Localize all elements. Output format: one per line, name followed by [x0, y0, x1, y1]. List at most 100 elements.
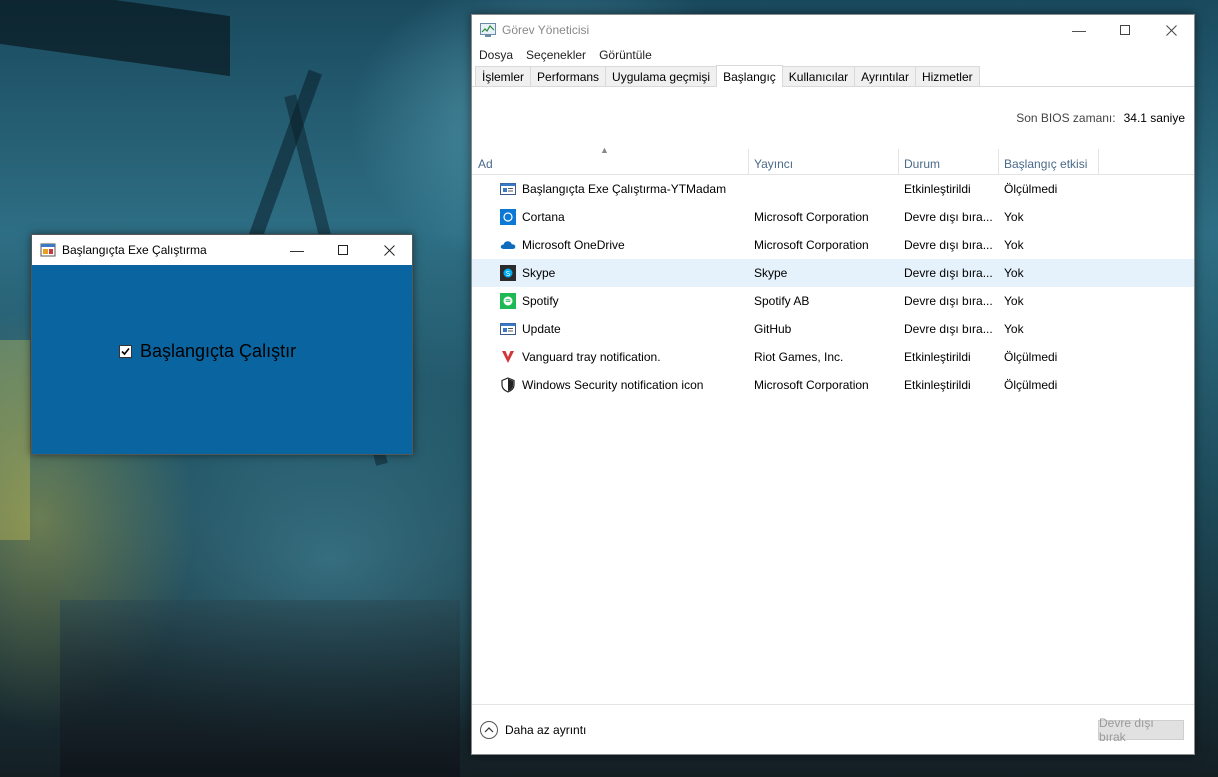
skype-icon: S: [500, 265, 516, 281]
task-manager-title: Görev Yöneticisi: [502, 23, 590, 37]
bios-time: Son BIOS zamanı: 34.1 saniye: [1016, 111, 1185, 125]
task-manager-controls: —: [1056, 15, 1194, 45]
spotify-icon: [500, 293, 516, 309]
tab-services[interactable]: Hizmetler: [914, 66, 980, 86]
startup-checkbox-row[interactable]: Başlangıçta Çalıştır: [119, 341, 296, 362]
close-button[interactable]: [366, 235, 412, 265]
table-row[interactable]: Vanguard tray notification. Riot Games, …: [472, 343, 1194, 371]
column-header-row: ▲ Ad Yayıncı Durum Başlangıç etkisi: [472, 145, 1194, 175]
menu-file[interactable]: Dosya: [479, 48, 513, 62]
wallpaper-lantern-glow: [0, 340, 30, 540]
minimize-icon: —: [1072, 22, 1086, 38]
close-icon: [1165, 24, 1177, 36]
row-publisher: Microsoft Corporation: [754, 210, 869, 224]
maximize-icon: [338, 245, 348, 255]
row-publisher: Microsoft Corporation: [754, 238, 869, 252]
menu-view[interactable]: Görüntüle: [599, 48, 652, 62]
table-row[interactable]: Spotify Spotify AB Devre dışı bıra... Yo…: [472, 287, 1194, 315]
column-header-status[interactable]: Durum: [898, 149, 998, 175]
table-row[interactable]: Başlangıçta Exe Çalıştırma-YTMadam Etkin…: [472, 175, 1194, 203]
row-name: Update: [522, 322, 561, 336]
column-separator[interactable]: [1098, 149, 1099, 175]
tab-performance[interactable]: Performans: [530, 66, 607, 86]
svg-text:S: S: [506, 270, 511, 278]
row-status: Devre dışı bıra...: [904, 238, 993, 252]
close-button[interactable]: [1148, 15, 1194, 45]
row-impact: Ölçülmedi: [1004, 350, 1058, 364]
row-impact: Ölçülmedi: [1004, 378, 1058, 392]
fewer-details-button[interactable]: Daha az ayrıntı: [480, 720, 587, 739]
minimize-button[interactable]: —: [274, 235, 320, 265]
fewer-details-label: Daha az ayrıntı: [505, 722, 587, 737]
wallpaper-tree-shape: [0, 0, 230, 77]
tab-app-history[interactable]: Uygulama geçmişi: [605, 66, 718, 86]
row-name: Vanguard tray notification.: [522, 350, 661, 364]
update-app-icon: [500, 321, 516, 337]
row-impact: Yok: [1004, 294, 1024, 308]
table-row[interactable]: Microsoft OneDrive Microsoft Corporation…: [472, 231, 1194, 259]
table-row-selected[interactable]: S Skype Skype Devre dışı bıra... Yok: [472, 259, 1194, 287]
row-publisher: GitHub: [754, 322, 792, 336]
row-name: Windows Security notification icon: [522, 378, 704, 392]
bios-time-value: 34.1 saniye: [1123, 111, 1185, 125]
row-impact: Ölçülmedi: [1004, 182, 1058, 196]
onedrive-cloud-icon: [500, 237, 516, 253]
startup-checkbox[interactable]: [119, 345, 132, 358]
vanguard-icon: [500, 349, 516, 365]
row-name: Cortana: [522, 210, 565, 224]
app-window-icon: [500, 181, 516, 197]
task-manager-window: Görev Yöneticisi — Dosya Seçenekler Görü…: [471, 14, 1195, 755]
bios-time-label: Son BIOS zamanı:: [1016, 111, 1116, 125]
task-manager-footer: Daha az ayrıntı Devre dışı bırak: [472, 704, 1194, 754]
task-manager-titlebar[interactable]: Görev Yöneticisi —: [472, 15, 1194, 45]
app-window-controls: —: [274, 235, 412, 265]
table-row[interactable]: Windows Security notification icon Micro…: [472, 371, 1194, 399]
menu-options[interactable]: Seçenekler: [526, 48, 586, 62]
row-status: Devre dışı bıra...: [904, 266, 993, 280]
menu-bar: Dosya Seçenekler Görüntüle: [472, 45, 1194, 65]
checkmark-icon: [121, 347, 130, 356]
tab-startup[interactable]: Başlangıç: [716, 65, 783, 87]
app-titlebar[interactable]: Başlangıçta Exe Çalıştırma —: [32, 235, 412, 265]
row-impact: Yok: [1004, 238, 1024, 252]
row-publisher: Skype: [754, 266, 788, 280]
row-name: Başlangıçta Exe Çalıştırma-YTMadam: [522, 182, 727, 196]
table-row[interactable]: Update GitHub Devre dışı bıra... Yok: [472, 315, 1194, 343]
disable-button[interactable]: Devre dışı bırak: [1098, 716, 1184, 744]
row-status: Etkinleştirildi: [904, 182, 971, 196]
maximize-icon: [1120, 25, 1130, 35]
row-publisher: Microsoft Corporation: [754, 378, 869, 392]
row-status: Devre dışı bıra...: [904, 322, 993, 336]
column-header-name[interactable]: Ad: [472, 149, 748, 175]
maximize-button[interactable]: [320, 235, 366, 265]
minimize-icon: —: [290, 242, 304, 258]
row-status: Etkinleştirildi: [904, 350, 971, 364]
column-header-startup-impact[interactable]: Başlangıç etkisi: [998, 149, 1098, 175]
row-status: Devre dışı bıra...: [904, 294, 993, 308]
startup-checkbox-label[interactable]: Başlangıçta Çalıştır: [140, 341, 296, 362]
app-window-title: Başlangıçta Exe Çalıştırma: [62, 243, 207, 257]
row-publisher: Spotify AB: [754, 294, 810, 308]
chevron-up-icon: [480, 720, 498, 739]
row-impact: Yok: [1004, 266, 1024, 280]
tab-details[interactable]: Ayrıntılar: [854, 66, 916, 86]
row-name: Spotify: [522, 294, 559, 308]
task-manager-icon: [480, 23, 496, 37]
shield-icon: [500, 377, 516, 393]
row-name: Skype: [522, 266, 556, 280]
minimize-button[interactable]: —: [1056, 15, 1102, 45]
cortana-icon: [500, 209, 516, 225]
maximize-button[interactable]: [1102, 15, 1148, 45]
row-status: Etkinleştirildi: [904, 378, 971, 392]
row-impact: Yok: [1004, 210, 1024, 224]
tab-users[interactable]: Kullanıcılar: [781, 66, 856, 86]
tab-processes[interactable]: İşlemler: [475, 66, 532, 86]
tab-bar: İşlemler Performans Uygulama geçmişi Baş…: [472, 65, 1194, 87]
column-header-publisher[interactable]: Yayıncı: [748, 149, 898, 175]
app-window-icon: [40, 242, 56, 258]
row-status: Devre dışı bıra...: [904, 210, 993, 224]
wallpaper-stairs-shape: [60, 600, 460, 777]
row-publisher: Riot Games, Inc.: [754, 350, 844, 364]
row-name: Microsoft OneDrive: [522, 238, 625, 252]
table-row[interactable]: Cortana Microsoft Corporation Devre dışı…: [472, 203, 1194, 231]
